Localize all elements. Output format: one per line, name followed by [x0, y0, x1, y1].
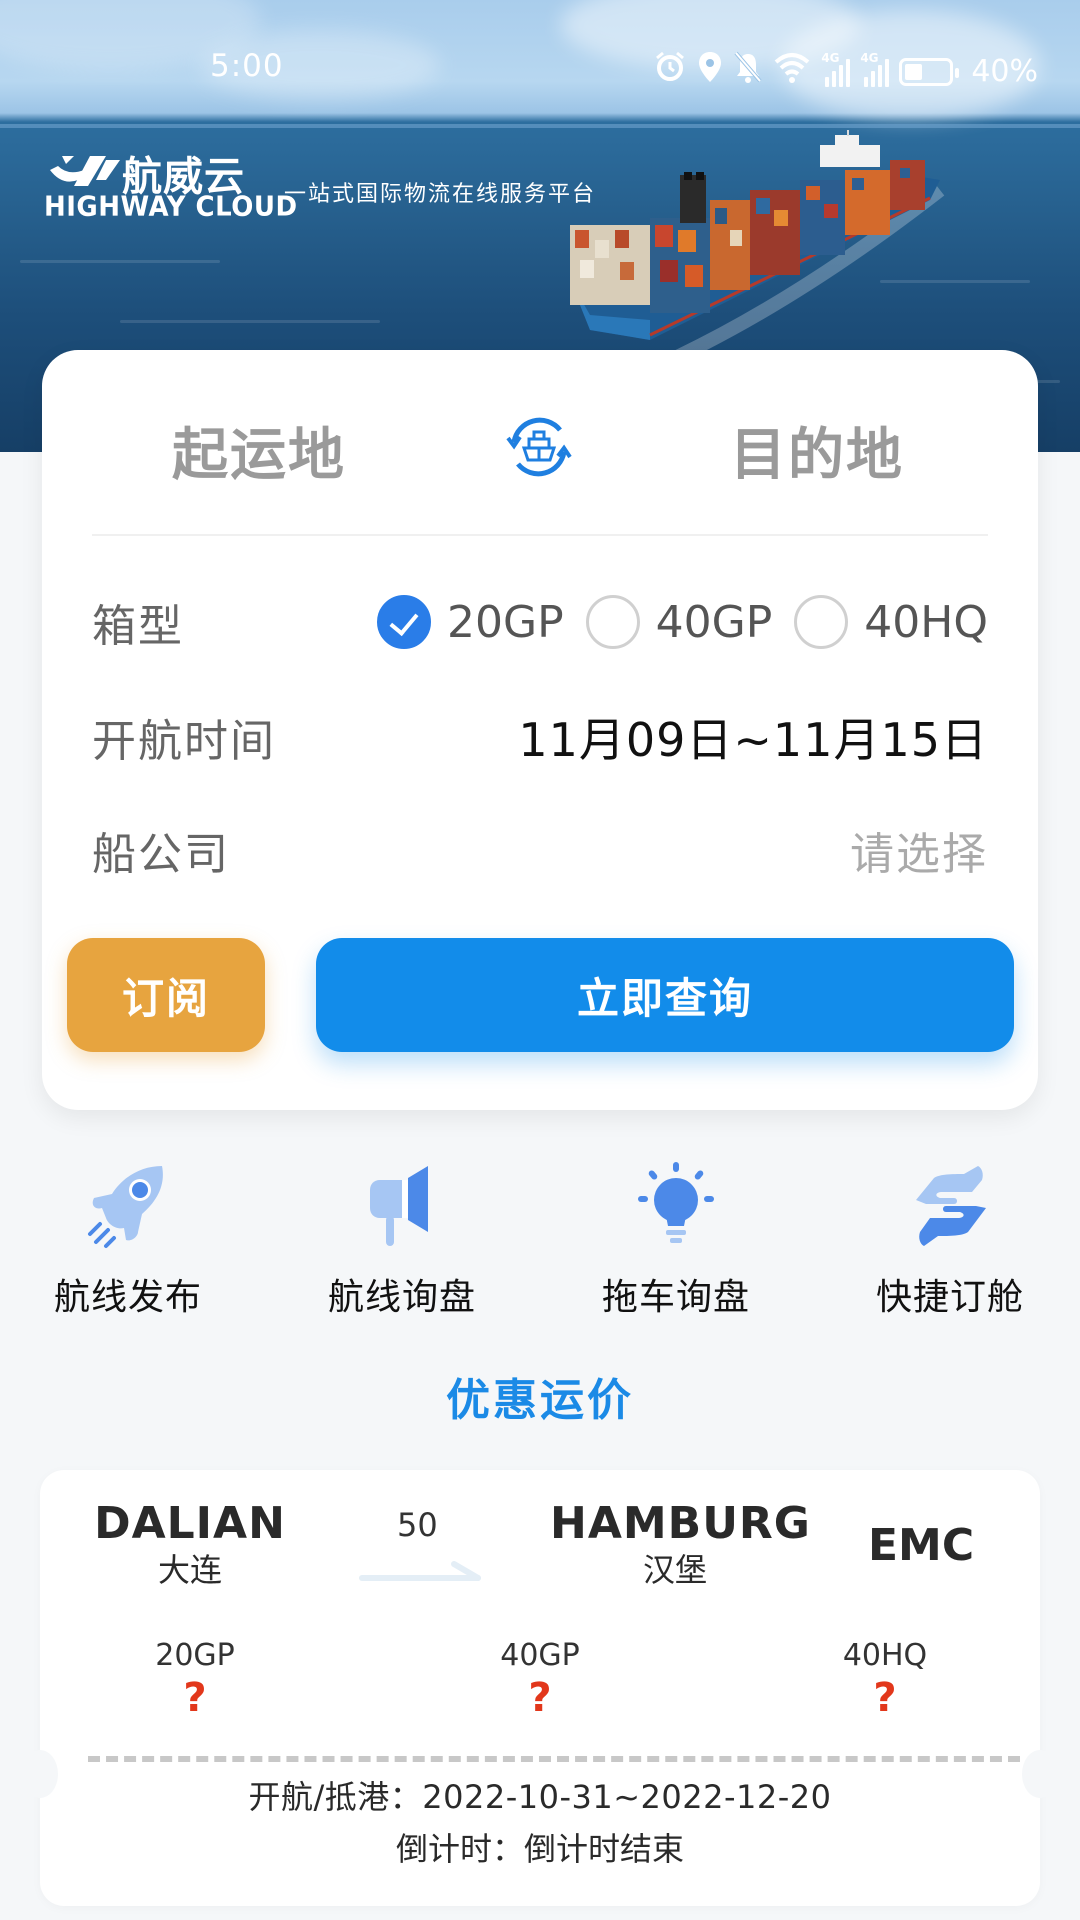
quick-action-route-publish[interactable]: 航线发布 — [28, 1160, 228, 1320]
radio-40hq[interactable]: 40HQ — [794, 595, 988, 649]
radio-unchecked-icon — [794, 595, 849, 649]
origin-selector[interactable]: 起运地 — [172, 410, 346, 491]
dashed-divider — [88, 1756, 1020, 1762]
origin-port-cn: 大连 — [157, 1551, 222, 1589]
destination-port: HAMBURG 汉堡 — [550, 1498, 811, 1591]
quick-action-label: 航线询盘 — [327, 1277, 476, 1318]
quick-action-label: 航线发布 — [53, 1277, 202, 1318]
network-type: 4G — [860, 51, 879, 65]
logo-en: HIGHWAY CLOUD — [44, 191, 298, 223]
logo-mark-icon — [50, 156, 120, 186]
container-ship-image — [570, 130, 945, 350]
wifi-icon — [773, 50, 811, 94]
rocket-icon — [88, 1166, 163, 1248]
lightbulb-icon — [638, 1162, 714, 1243]
signal-icon: 4G — [821, 51, 851, 87]
signal-icon: 4G — [860, 51, 890, 87]
price-type: 40HQ — [842, 1638, 928, 1673]
radio-40gp[interactable]: 40GP — [585, 595, 773, 649]
sailing-period: 开航/抵港：2022-10-31~2022-12-20 — [248, 1778, 832, 1816]
promo-rate-card[interactable]: DALIAN 大连 50 HAMBURG 汉堡 EMC 20GP ? 40GP … — [22, 1470, 1058, 1906]
network-type: 4G — [821, 51, 840, 65]
battery-icon — [899, 58, 960, 86]
destination-selector[interactable]: 目的地 — [730, 410, 904, 491]
sailing-date-label: 开航时间 — [92, 716, 276, 767]
price-value: ? — [528, 1675, 552, 1721]
transit-days: 50 — [397, 1506, 438, 1544]
status-time: 5:00 — [210, 48, 284, 84]
price-20gp: 20GP ? — [125, 1638, 265, 1721]
radio-label: 20GP — [447, 596, 564, 648]
search-card: 起运地 目的地 箱型 20GP 40GP 40HQ 开航时间 11月09日~11… — [42, 350, 1038, 1110]
quick-action-label: 快捷订舱 — [875, 1277, 1024, 1318]
price-type: 20GP — [155, 1638, 235, 1673]
container-type-row: 箱型 20GP 40GP 40HQ — [92, 587, 988, 657]
radio-label: 40GP — [655, 596, 773, 648]
container-type-label: 箱型 — [92, 601, 184, 652]
origin-port-en: DALIAN — [94, 1498, 286, 1549]
battery-percent: 40% — [971, 54, 1038, 89]
quick-action-quick-booking[interactable]: 快捷订舱 — [850, 1160, 1050, 1320]
carrier-row[interactable]: 船公司 请选择 — [92, 815, 988, 885]
quick-action-route-inquiry[interactable]: 航线询盘 — [302, 1160, 502, 1320]
alarm-icon — [653, 50, 687, 94]
price-type: 40GP — [500, 1638, 580, 1673]
countdown: 倒计时：倒计时结束 — [395, 1830, 684, 1868]
price-40gp: 40GP ? — [470, 1638, 610, 1721]
subscribe-button[interactable]: 订阅 — [67, 938, 265, 1052]
sailing-date-row[interactable]: 开航时间 11月09日~11月15日 — [92, 702, 988, 772]
carrier-label: 船公司 — [92, 829, 230, 880]
origin-port: DALIAN 大连 — [90, 1498, 290, 1591]
carrier-select[interactable]: 请选择 — [850, 818, 988, 882]
destination-port-en: HAMBURG — [550, 1498, 811, 1549]
radio-checked-icon — [377, 595, 432, 649]
price-value: ? — [873, 1675, 897, 1721]
radio-20gp[interactable]: 20GP — [377, 595, 564, 649]
radio-label: 40HQ — [864, 596, 988, 648]
query-button[interactable]: 立即查询 — [316, 938, 1014, 1052]
quick-action-trucking-inquiry[interactable]: 拖车询盘 — [576, 1160, 776, 1320]
quick-action-label: 拖车询盘 — [601, 1277, 750, 1318]
price-40hq: 40HQ ? — [815, 1638, 955, 1721]
price-value: ? — [183, 1675, 207, 1721]
divider — [92, 534, 988, 536]
bell-muted-icon — [733, 50, 763, 94]
promo-section-title: 优惠运价 — [446, 1375, 634, 1426]
route-arrow-icon — [359, 1561, 481, 1581]
status-bar: 5:00 4G 4G 40% — [0, 48, 1080, 92]
quick-actions: 航线发布 航线询盘 拖车询盘 快捷订舱 — [0, 1160, 1080, 1330]
hands-icon — [916, 1166, 986, 1246]
location-icon — [697, 50, 723, 94]
megaphone-icon — [370, 1166, 428, 1246]
radio-unchecked-icon — [585, 595, 640, 649]
sailing-date-value[interactable]: 11月09日~11月15日 — [518, 704, 988, 770]
ship-swap-icon[interactable] — [504, 412, 574, 482]
destination-port-cn: 汉堡 — [642, 1551, 707, 1589]
slogan: 一站式国际物流在线服务平台 — [284, 182, 597, 207]
carrier-name: EMC — [868, 1520, 975, 1571]
